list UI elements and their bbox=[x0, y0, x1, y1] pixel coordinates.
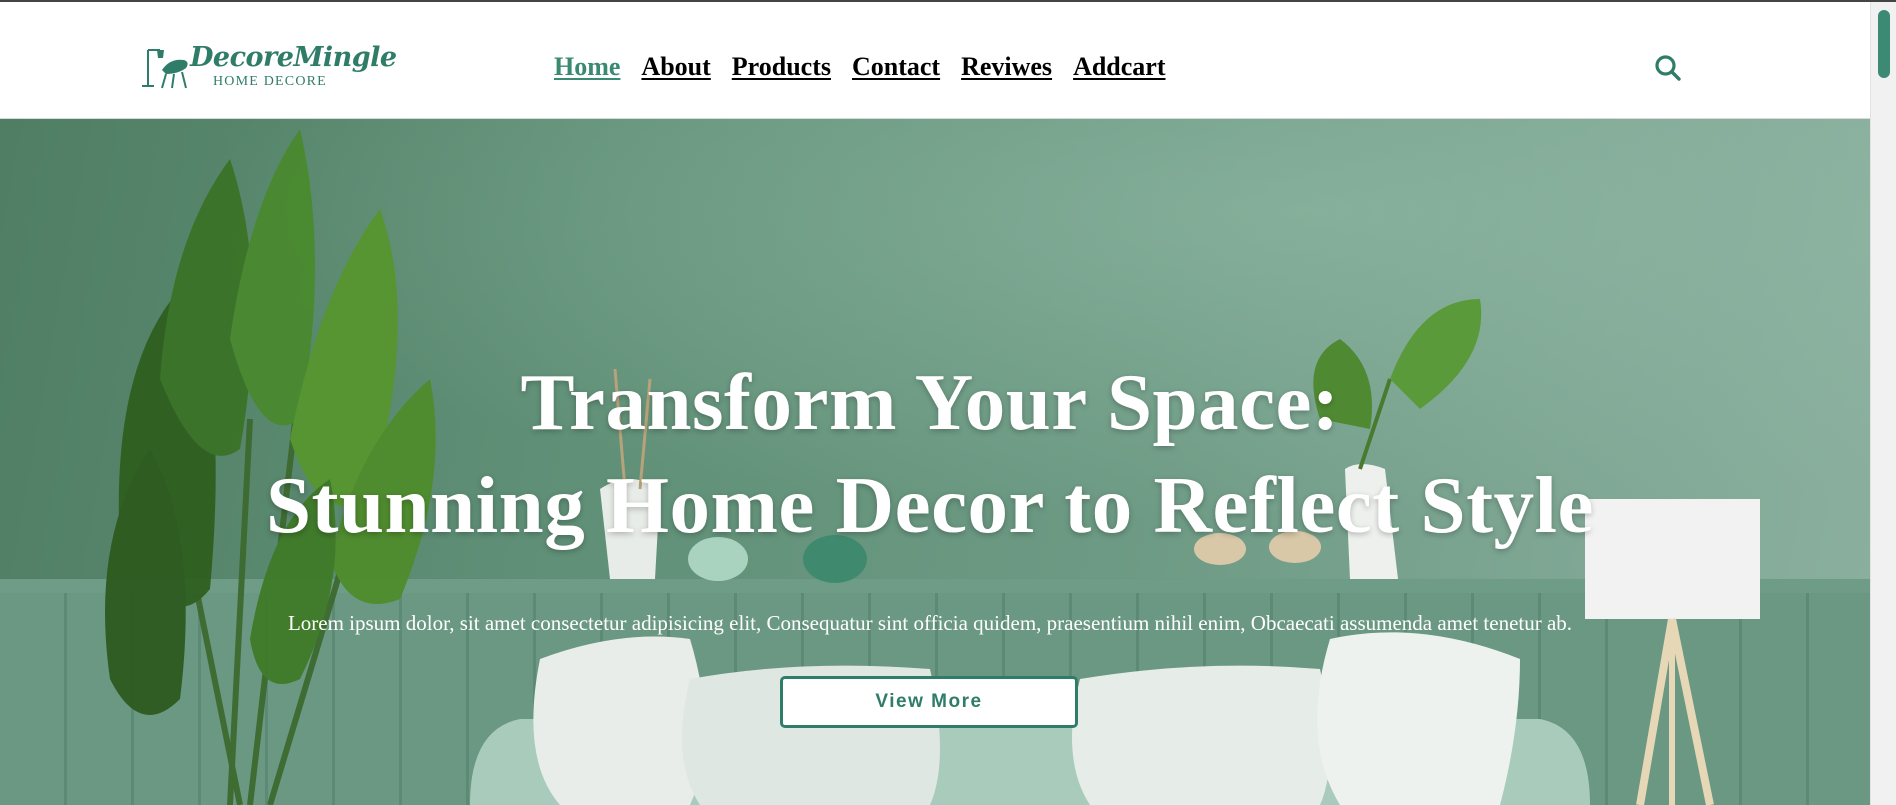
brand-name: DecoreMingle bbox=[190, 42, 397, 73]
search-button[interactable] bbox=[1652, 52, 1684, 84]
nav-link-about[interactable]: About bbox=[641, 52, 710, 82]
hero-banner: Transform Your Space: Stunning Home Deco… bbox=[0, 119, 1870, 805]
nav-link-home[interactable]: Home bbox=[554, 52, 620, 82]
page-scrollbar[interactable] bbox=[1870, 2, 1896, 805]
search-icon bbox=[1655, 55, 1681, 81]
site-logo[interactable]: DecoreMingle HOME DECORE bbox=[140, 42, 397, 94]
hero-title: Transform Your Space: Stunning Home Deco… bbox=[0, 351, 1860, 557]
brand-tagline: HOME DECORE bbox=[213, 74, 327, 89]
lamp-chair-logo-icon bbox=[142, 49, 188, 89]
view-more-button[interactable]: View More bbox=[780, 676, 1078, 728]
nav-link-contact[interactable]: Contact bbox=[852, 52, 940, 82]
nav-link-reviews[interactable]: Reviwes bbox=[961, 52, 1052, 82]
nav-link-addcart[interactable]: Addcart bbox=[1073, 52, 1165, 82]
scrollbar-thumb[interactable] bbox=[1878, 10, 1890, 78]
site-header: DecoreMingle HOME DECORE Home About Prod… bbox=[0, 2, 1870, 119]
hero-title-line-2: Stunning Home Decor to Reflect Style bbox=[265, 460, 1595, 550]
nav-link-products[interactable]: Products bbox=[732, 52, 831, 82]
main-nav: Home About Products Contact Reviwes Addc… bbox=[554, 52, 1166, 82]
hero-description: Lorem ipsum dolor, sit amet consectetur … bbox=[287, 611, 1573, 635]
hero-title-line-1: Transform Your Space: bbox=[520, 357, 1340, 447]
